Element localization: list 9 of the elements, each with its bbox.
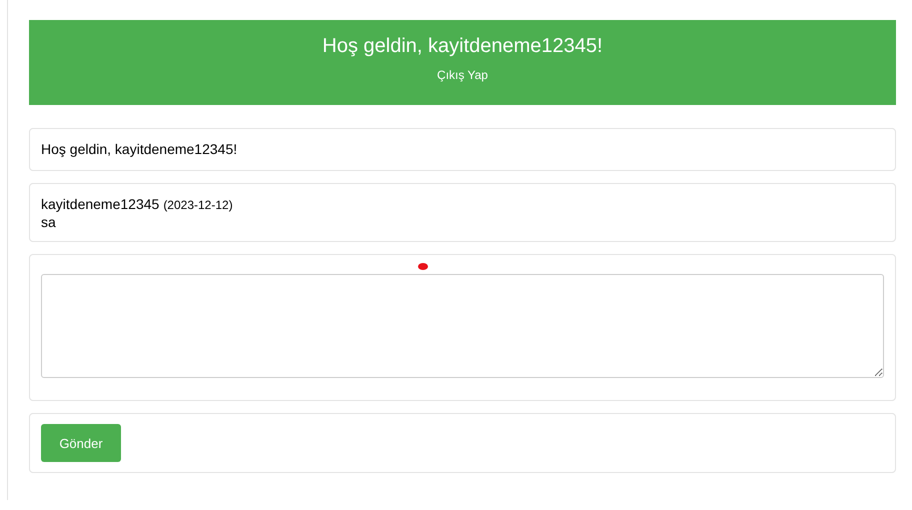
message-author: kayitdeneme12345	[41, 196, 160, 212]
welcome-text: Hoş geldin, kayitdeneme12345!	[41, 140, 238, 159]
welcome-title: Hoş geldin, kayitdeneme12345!	[322, 34, 603, 58]
message-date: (2023-12-12)	[163, 198, 233, 212]
message-input[interactable]	[41, 274, 884, 378]
message-text: sa	[41, 214, 57, 231]
marker-dot	[418, 263, 428, 270]
send-button[interactable]: Gönder	[41, 424, 121, 462]
logout-link[interactable]: Çıkış Yap	[437, 68, 488, 82]
